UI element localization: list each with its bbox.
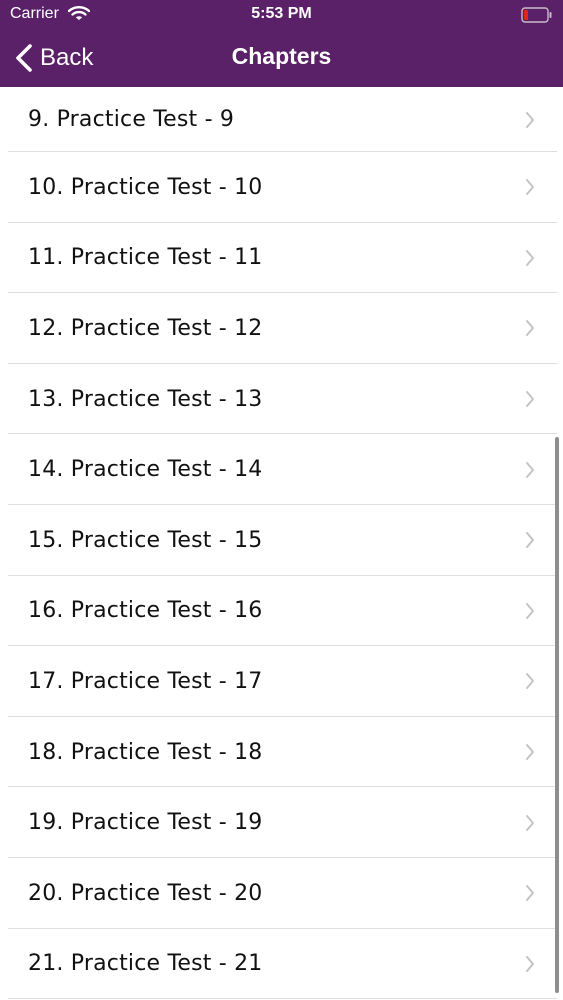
chapter-label: 17. Practice Test - 17 [28, 668, 263, 694]
scrollbar[interactable] [555, 437, 559, 993]
list-item[interactable]: 10. Practice Test - 10 [0, 152, 563, 223]
list-item[interactable]: 21. Practice Test - 21 [0, 929, 563, 1000]
chapter-label: 9. Practice Test - 9 [28, 107, 235, 132]
chapter-label: 20. Practice Test - 20 [28, 880, 263, 906]
chevron-right-icon [526, 885, 534, 902]
header: Carrier 5:53 PM Back Chapters [0, 0, 563, 87]
chevron-right-icon [526, 320, 534, 337]
list-item[interactable]: 9. Practice Test - 9 [0, 87, 563, 152]
list-item[interactable]: 17. Practice Test - 17 [0, 646, 563, 717]
clock-time: 5:53 PM [251, 5, 312, 22]
chapter-label: 15. Practice Test - 15 [28, 527, 263, 553]
chevron-right-icon [526, 673, 534, 690]
page-title: Chapters [231, 43, 332, 69]
chevron-right-icon [526, 602, 534, 619]
chevron-right-icon [526, 391, 534, 408]
list-item[interactable]: 13. Practice Test - 13 [0, 364, 563, 435]
chevron-right-icon [526, 532, 534, 549]
chapter-label: 10. Practice Test - 10 [28, 174, 263, 200]
chapter-label: 13. Practice Test - 13 [28, 386, 263, 412]
chapter-label: 14. Practice Test - 14 [28, 457, 263, 483]
chevron-right-icon [526, 744, 534, 761]
chevron-right-icon [526, 179, 534, 196]
list-item[interactable]: 15. Practice Test - 15 [0, 505, 563, 576]
chevron-right-icon [526, 249, 534, 266]
chevron-right-icon [526, 461, 534, 478]
chevron-right-icon [526, 814, 534, 831]
chapter-label: 21. Practice Test - 21 [28, 951, 263, 977]
list-item[interactable]: 18. Practice Test - 18 [0, 717, 563, 788]
list-item[interactable]: 12. Practice Test - 12 [0, 293, 563, 364]
chapter-label: 18. Practice Test - 18 [28, 739, 263, 765]
chapter-label: 11. Practice Test - 11 [28, 245, 263, 271]
chapter-label: 12. Practice Test - 12 [28, 315, 263, 341]
chapter-list: 9. Practice Test - 9 10. Practice Test - … [0, 87, 563, 1000]
status-bar: Carrier 5:53 PM [0, 0, 563, 30]
list-item[interactable]: 19. Practice Test - 19 [0, 787, 563, 858]
list-item[interactable]: 20. Practice Test - 20 [0, 858, 563, 929]
chevron-right-icon [526, 955, 534, 972]
chevron-right-icon [526, 111, 534, 128]
list-item[interactable]: 14. Practice Test - 14 [0, 434, 563, 505]
chapter-label: 19. Practice Test - 19 [28, 810, 263, 836]
nav-bar: Back Chapters [0, 30, 563, 87]
battery-icon [521, 7, 552, 23]
list-item[interactable]: 16. Practice Test - 16 [0, 576, 563, 647]
chapter-label: 16. Practice Test - 16 [28, 598, 263, 624]
screen: Carrier 5:53 PM Back Chapters 9. Practic… [0, 0, 563, 1000]
list-item[interactable]: 11. Practice Test - 11 [0, 223, 563, 294]
